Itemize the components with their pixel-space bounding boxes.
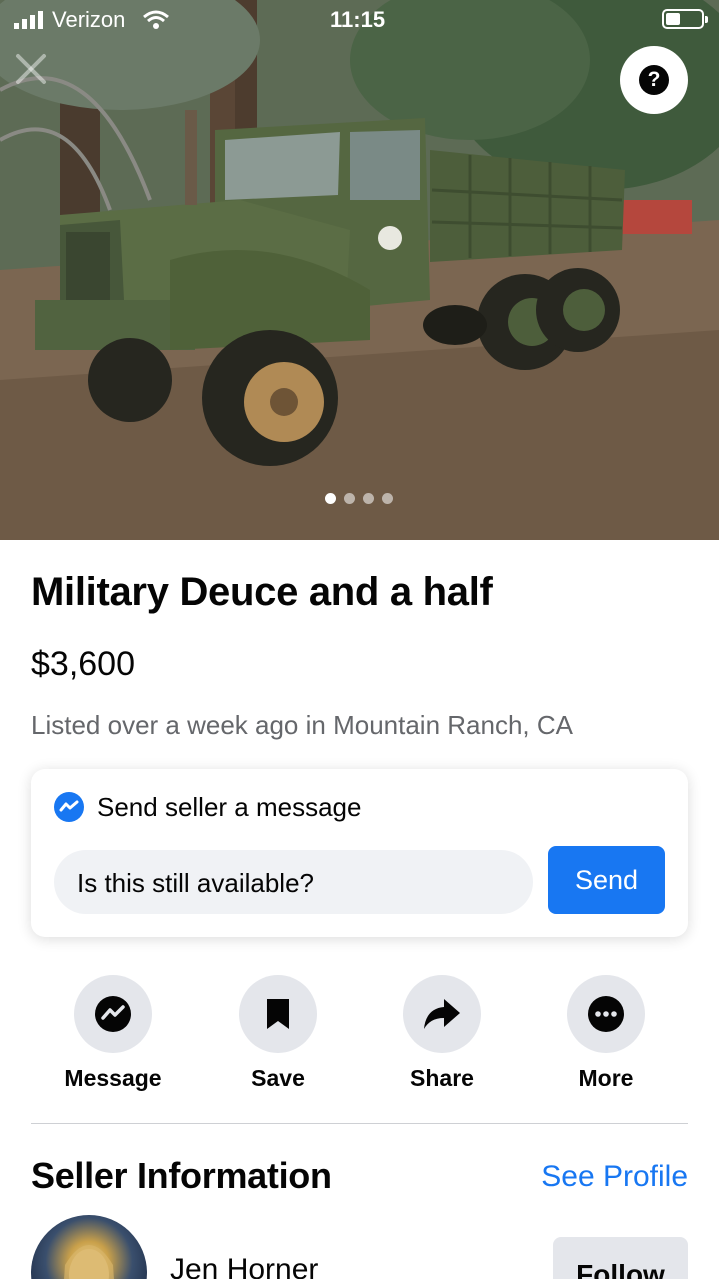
close-icon[interactable]	[14, 52, 48, 86]
more-dots-icon	[588, 996, 624, 1032]
messenger-icon	[54, 792, 84, 822]
pagination-dot-active[interactable]	[325, 493, 336, 504]
help-icon: ?	[639, 65, 669, 95]
listing-price: $3,600	[31, 645, 135, 683]
save-action-circle	[239, 975, 317, 1053]
action-row: Message Save Share More	[0, 975, 719, 1095]
message-card-heading: Send seller a message	[97, 791, 362, 822]
share-action[interactable]: Share	[367, 975, 517, 1092]
signal-icon	[14, 11, 43, 29]
bookmark-icon	[267, 999, 289, 1029]
listing-meta: Listed over a week ago in Mountain Ranch…	[31, 710, 573, 740]
share-arrow-icon	[424, 999, 460, 1029]
photo-pagination	[325, 493, 393, 504]
messenger-icon	[95, 996, 131, 1032]
pagination-dot[interactable]	[344, 493, 355, 504]
message-card-header: Send seller a message	[53, 791, 361, 823]
help-button[interactable]: ?	[620, 46, 688, 114]
truck-photo-illustration	[0, 0, 719, 540]
avatar-portrait	[64, 1245, 114, 1279]
message-input[interactable]: Is this still available?	[54, 850, 533, 914]
carrier-name: Verizon	[52, 7, 126, 32]
share-action-label: Share	[410, 1065, 474, 1091]
pagination-dot[interactable]	[363, 493, 374, 504]
share-action-circle	[403, 975, 481, 1053]
more-action-circle	[567, 975, 645, 1053]
follow-button[interactable]: Follow	[553, 1237, 688, 1279]
listing-title: Military Deuce and a half	[31, 570, 493, 614]
message-action-label: Message	[64, 1065, 162, 1091]
pagination-dot[interactable]	[382, 493, 393, 504]
see-profile-link[interactable]: See Profile	[541, 1160, 688, 1194]
save-action[interactable]: Save	[203, 975, 353, 1092]
message-action[interactable]: Message	[38, 975, 188, 1092]
send-button[interactable]: Send	[548, 846, 665, 914]
save-action-label: Save	[251, 1065, 305, 1091]
listing-photo[interactable]: Verizon 11:15 ?	[0, 0, 719, 540]
wifi-icon	[143, 10, 169, 29]
section-divider	[31, 1123, 688, 1124]
more-action-label: More	[578, 1065, 634, 1091]
message-action-circle	[74, 975, 152, 1053]
seller-avatar[interactable]	[31, 1215, 147, 1279]
send-message-card: Send seller a message Is this still avai…	[31, 769, 688, 937]
more-action[interactable]: More	[531, 975, 681, 1092]
battery-icon	[662, 9, 708, 29]
seller-section-heading: Seller Information	[31, 1155, 332, 1196]
status-time: 11:15	[330, 7, 386, 32]
status-bar: Verizon 11:15	[0, 0, 719, 40]
seller-name[interactable]: Jen Horner	[170, 1253, 318, 1279]
